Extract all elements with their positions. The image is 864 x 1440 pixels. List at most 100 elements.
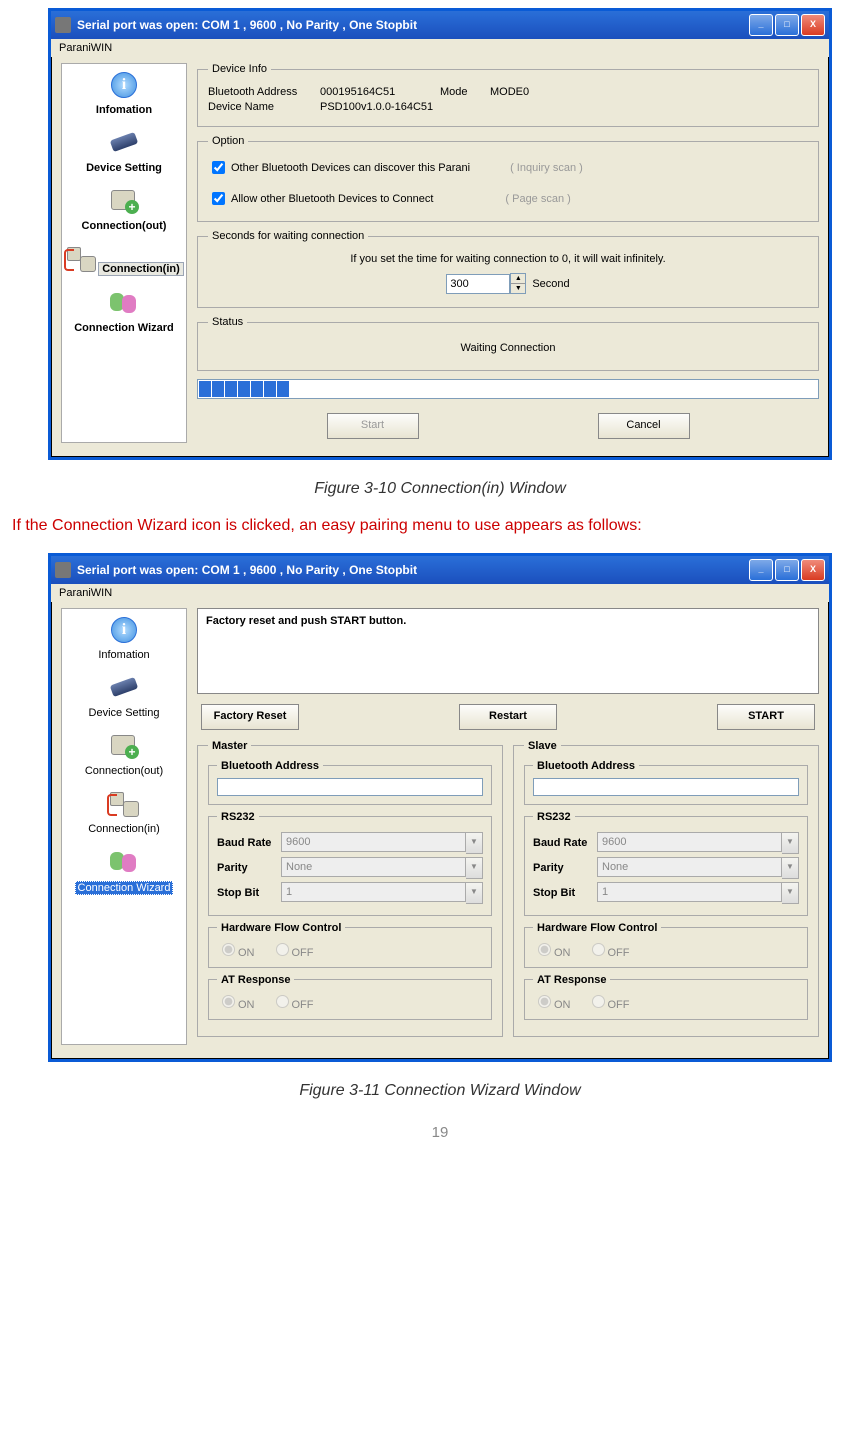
- instruction-box: Factory reset and push START button.: [197, 608, 819, 694]
- parity-select[interactable]: None: [281, 857, 466, 877]
- start-button[interactable]: Start: [327, 413, 419, 439]
- sidebar-item-connection-wizard[interactable]: Connection Wizard: [62, 841, 186, 901]
- figure-caption: Figure 3-11 Connection Wizard Window: [8, 1082, 864, 1100]
- parity-label: Parity: [533, 862, 597, 874]
- mode-label: Mode: [440, 86, 490, 98]
- slave-group: SlaveBluetooth AddressRS232Baud Rate9600…: [513, 740, 819, 1037]
- atr-on-radio[interactable]: [538, 995, 551, 1008]
- progress-block: [264, 381, 276, 397]
- at-response-group: AT ResponseONOFF: [524, 974, 808, 1020]
- baud-select[interactable]: 9600: [281, 832, 466, 852]
- off-label: OFF: [608, 947, 630, 959]
- start-button[interactable]: START: [717, 704, 815, 730]
- titlebar[interactable]: Serial port was open: COM 1 , 9600 , No …: [51, 11, 829, 39]
- on-label: ON: [238, 947, 255, 959]
- stopbit-select[interactable]: 1: [281, 882, 466, 902]
- device-name-value: PSD100v1.0.0-164C51: [320, 101, 433, 113]
- discover-checkbox[interactable]: [212, 161, 225, 174]
- baud-select[interactable]: 9600: [597, 832, 782, 852]
- connection-out-icon: [107, 188, 141, 214]
- sidebar-item-connection-out[interactable]: Connection(out): [62, 180, 186, 238]
- sidebar-item-connection-in[interactable]: Connection(in): [62, 783, 186, 841]
- app-icon: [55, 17, 71, 33]
- progress-block: [225, 381, 237, 397]
- atr-off-radio[interactable]: [276, 995, 289, 1008]
- option-group: Option Other Bluetooth Devices can disco…: [197, 135, 819, 222]
- description-text: If the Connection Wizard icon is clicked…: [12, 516, 864, 537]
- cancel-button[interactable]: Cancel: [598, 413, 690, 439]
- window-title: Serial port was open: COM 1 , 9600 , No …: [77, 563, 417, 577]
- menubar-item[interactable]: ParaniWIN: [51, 584, 829, 602]
- sidebar-item-information[interactable]: Infomation: [62, 609, 186, 667]
- sidebar-item-connection-wizard[interactable]: Connection Wizard: [62, 282, 186, 340]
- menubar-item[interactable]: ParaniWIN: [51, 39, 829, 57]
- seconds-input[interactable]: [446, 274, 510, 294]
- hfc-group: Hardware Flow ControlONOFF: [524, 922, 808, 968]
- close-button[interactable]: X: [801, 14, 825, 36]
- rs232-group: RS232Baud Rate9600▼ParityNone▼Stop Bit1▼: [208, 811, 492, 916]
- sidebar-item-device-setting[interactable]: Device Setting: [62, 667, 186, 725]
- sidebar-item-information[interactable]: Infomation: [62, 64, 186, 122]
- page-number: 19: [8, 1124, 864, 1141]
- maximize-button[interactable]: □: [775, 559, 799, 581]
- connection-in-icon: [107, 791, 141, 817]
- hfc-on-radio[interactable]: [222, 943, 235, 956]
- sidebar-item-device-setting[interactable]: Device Setting: [62, 122, 186, 180]
- atr-on-radio[interactable]: [222, 995, 235, 1008]
- device-icon: [107, 675, 141, 701]
- rs232-legend: RS232: [217, 811, 259, 823]
- hfc-on-radio[interactable]: [538, 943, 551, 956]
- bt-address-input[interactable]: [533, 778, 799, 796]
- waiting-hint: If you set the time for waiting connecti…: [350, 253, 665, 265]
- spin-down-icon[interactable]: ▼: [511, 284, 525, 293]
- titlebar[interactable]: Serial port was open: COM 1 , 9600 , No …: [51, 556, 829, 584]
- bt-legend: Bluetooth Address: [533, 760, 639, 772]
- stopbit-select[interactable]: 1: [597, 882, 782, 902]
- factory-reset-button[interactable]: Factory Reset: [201, 704, 299, 730]
- progress-block: [277, 381, 289, 397]
- baud-label: Baud Rate: [217, 837, 281, 849]
- bt-legend: Bluetooth Address: [217, 760, 323, 772]
- hfc-group: Hardware Flow ControlONOFF: [208, 922, 492, 968]
- status-text: Waiting Connection: [208, 336, 808, 360]
- connection-wizard-window: Serial port was open: COM 1 , 9600 , No …: [48, 553, 832, 1062]
- progress-bar: [197, 379, 819, 399]
- stopbit-label: Stop Bit: [217, 887, 281, 899]
- chevron-down-icon[interactable]: ▼: [466, 857, 483, 879]
- sidebar-item-connection-out[interactable]: Connection(out): [62, 725, 186, 783]
- spin-up-icon[interactable]: ▲: [511, 274, 525, 284]
- restart-button[interactable]: Restart: [459, 704, 557, 730]
- bt-address-input[interactable]: [217, 778, 483, 796]
- parity-label: Parity: [217, 862, 281, 874]
- hfc-off-radio[interactable]: [276, 943, 289, 956]
- seconds-unit: Second: [532, 278, 569, 290]
- chevron-down-icon[interactable]: ▼: [466, 832, 483, 854]
- page-scan-hint: ( Page scan ): [505, 193, 570, 205]
- seconds-spinner[interactable]: ▲▼: [510, 273, 526, 294]
- wizard-icon: [107, 290, 141, 316]
- waiting-group: Seconds for waiting connection If you se…: [197, 230, 819, 308]
- allow-connect-checkbox[interactable]: [212, 192, 225, 205]
- off-label: OFF: [608, 999, 630, 1011]
- atr-off-radio[interactable]: [592, 995, 605, 1008]
- close-button[interactable]: X: [801, 559, 825, 581]
- parity-select[interactable]: None: [597, 857, 782, 877]
- info-icon: [107, 617, 141, 643]
- sidebar-item-connection-in[interactable]: Connection(in): [62, 238, 186, 282]
- progress-block: [238, 381, 250, 397]
- connection-in-window: Serial port was open: COM 1 , 9600 , No …: [48, 8, 832, 460]
- wizard-icon: [107, 849, 141, 875]
- bluetooth-address-group: Bluetooth Address: [208, 760, 492, 805]
- chevron-down-icon[interactable]: ▼: [782, 832, 799, 854]
- chevron-down-icon[interactable]: ▼: [466, 882, 483, 904]
- status-group: Status Waiting Connection: [197, 316, 819, 371]
- bt-address-value: 000195164C51: [320, 86, 440, 98]
- minimize-button[interactable]: _: [749, 14, 773, 36]
- chevron-down-icon[interactable]: ▼: [782, 882, 799, 904]
- hfc-off-radio[interactable]: [592, 943, 605, 956]
- stopbit-label: Stop Bit: [533, 887, 597, 899]
- hfc-legend: Hardware Flow Control: [217, 922, 345, 934]
- maximize-button[interactable]: □: [775, 14, 799, 36]
- minimize-button[interactable]: _: [749, 559, 773, 581]
- chevron-down-icon[interactable]: ▼: [782, 857, 799, 879]
